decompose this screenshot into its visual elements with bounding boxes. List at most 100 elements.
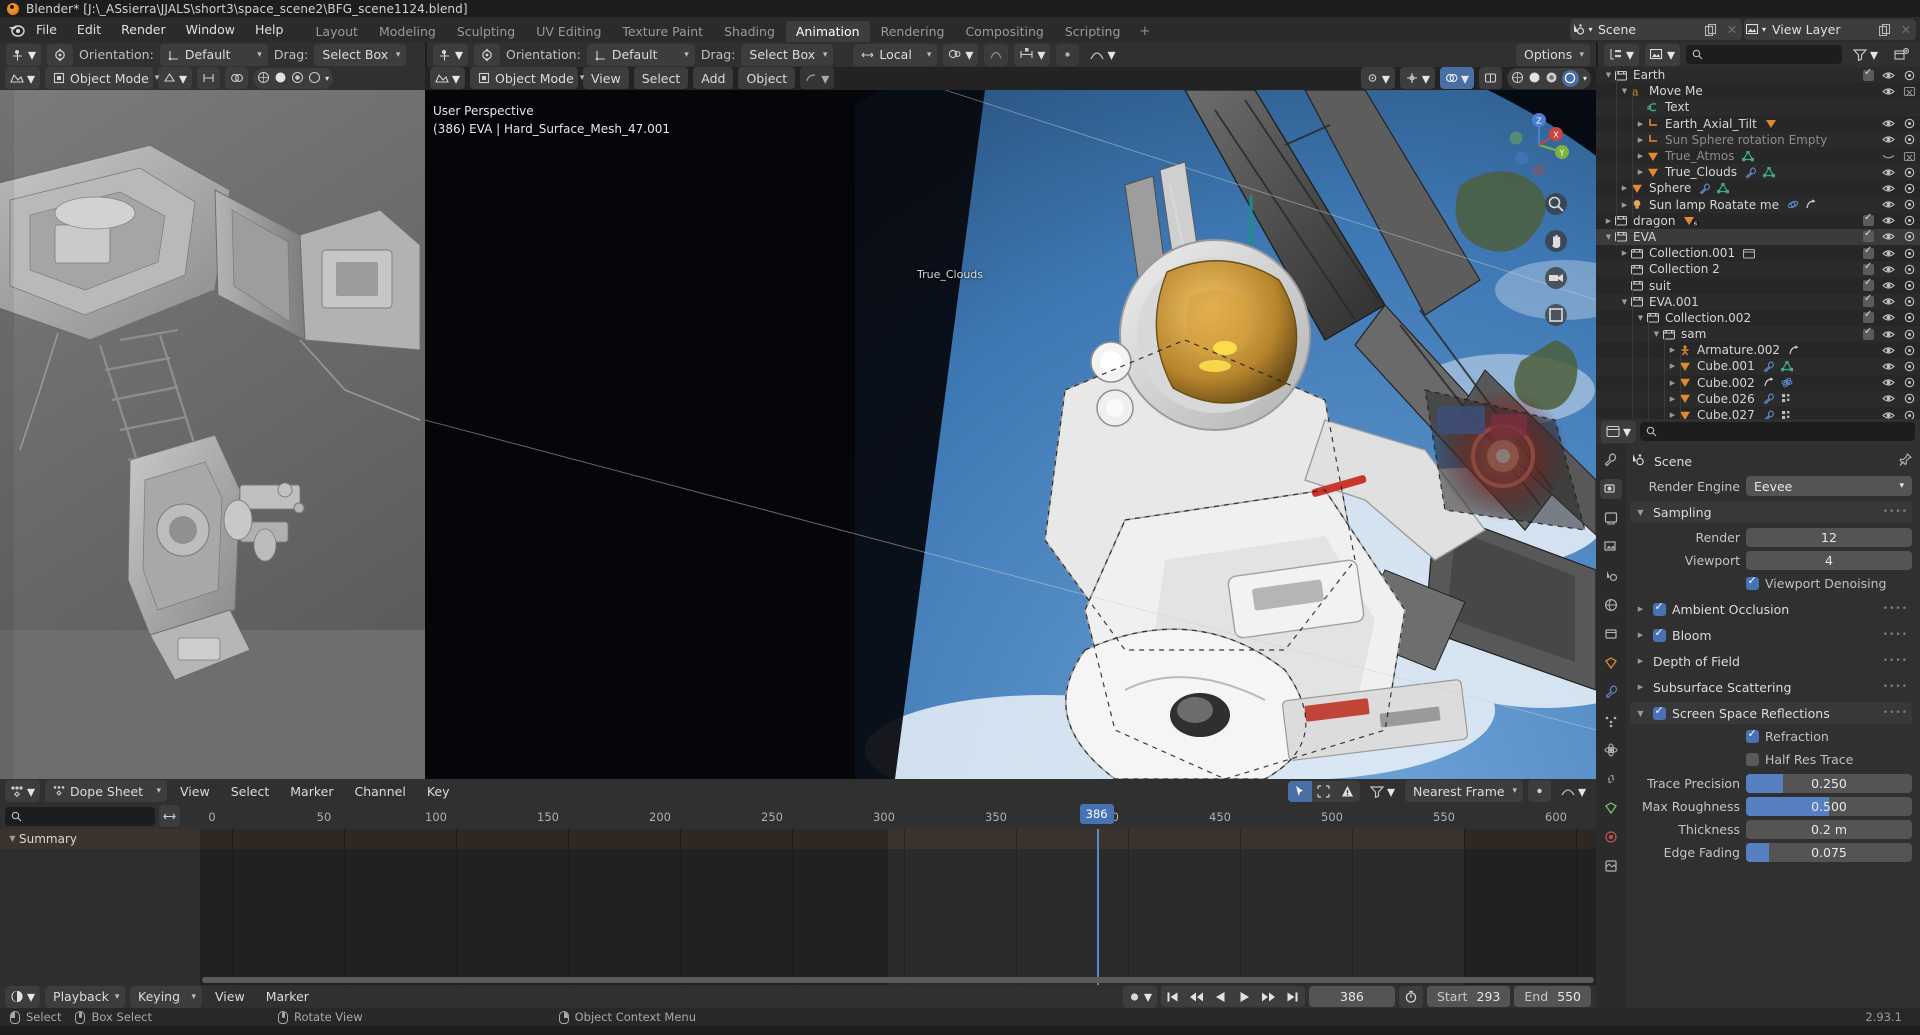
- expand-triangle-icon[interactable]: ▶: [1666, 379, 1679, 387]
- render-visibility-icon[interactable]: [1903, 280, 1916, 291]
- tab-modeling[interactable]: Modeling: [368, 21, 446, 42]
- auto-keying-icon[interactable]: ▾: [800, 67, 835, 90]
- expand-triangle-icon[interactable]: ▼: [1618, 87, 1631, 95]
- outliner-row[interactable]: ▶ Collection.001: [1596, 245, 1920, 262]
- dopesheet-menu-select[interactable]: Select: [223, 780, 278, 802]
- render-visibility-icon[interactable]: [1903, 361, 1916, 372]
- render-visibility-icon[interactable]: [1903, 151, 1916, 162]
- exclude-collection-checkbox[interactable]: [1863, 261, 1874, 275]
- tab-sculpting[interactable]: Sculpting: [446, 21, 526, 42]
- tool-cursor-icon-2[interactable]: ▾: [433, 43, 469, 66]
- timeline-menu-marker[interactable]: Marker: [258, 986, 317, 1008]
- options-dropdown[interactable]: Options ▾: [1516, 43, 1590, 66]
- visibility-eye-icon[interactable]: [1882, 199, 1895, 210]
- subsurface-scattering-panel-header[interactable]: ▶ Subsurface Scattering ••••: [1630, 676, 1912, 698]
- orientation-dropdown-right[interactable]: Default ▾: [586, 43, 695, 66]
- outliner-row[interactable]: ▶ Cube.026: [1596, 390, 1920, 407]
- expand-triangle-icon[interactable]: ▶: [1666, 395, 1679, 403]
- tab-output[interactable]: [1600, 508, 1622, 528]
- tab-uv-editing[interactable]: UV Editing: [526, 21, 612, 42]
- pan-hand-icon[interactable]: [1544, 229, 1568, 257]
- timeline-ruler[interactable]: 050100150200250300350400450500550600: [180, 803, 1596, 829]
- exclude-collection-checkbox[interactable]: [1863, 277, 1874, 292]
- outliner-row[interactable]: ▶ dragon 6: [1596, 212, 1920, 229]
- tab-layout[interactable]: Layout: [305, 21, 368, 42]
- viewport-left[interactable]: [0, 89, 425, 779]
- outliner-row[interactable]: ▼ sam: [1596, 326, 1920, 343]
- half-res-trace-checkbox[interactable]: [1746, 753, 1759, 766]
- rendered-shading-icon[interactable]: [308, 69, 321, 88]
- tab-particles[interactable]: [1600, 711, 1622, 731]
- sampling-viewport-value[interactable]: 4: [1746, 550, 1912, 570]
- trace-precision-slider[interactable]: 0.250: [1746, 773, 1912, 793]
- outliner-search-input[interactable]: [1686, 45, 1842, 64]
- zoom-icon[interactable]: [1544, 192, 1568, 220]
- outliner-row[interactable]: suit: [1596, 277, 1920, 294]
- material-shading-icon[interactable]: [291, 69, 304, 88]
- snap-target-icon[interactable]: ▾: [943, 43, 979, 66]
- visibility-eye-icon[interactable]: [1882, 377, 1895, 388]
- properties-search-input[interactable]: [1640, 422, 1915, 441]
- dopesheet-editor-type-icon[interactable]: ▾: [5, 780, 41, 803]
- snap-magnet-icon[interactable]: ▾: [1014, 43, 1051, 66]
- visibility-eye-icon[interactable]: [1882, 215, 1895, 226]
- viewport-menu-view[interactable]: View: [583, 67, 629, 90]
- outliner-row[interactable]: ▼ a Move Me: [1596, 83, 1920, 100]
- viewport-menu-object[interactable]: Object: [738, 67, 796, 90]
- rendered-shading-icon-2[interactable]: [1561, 69, 1579, 87]
- visibility-eye-icon[interactable]: [1882, 345, 1895, 356]
- outliner-row[interactable]: ▶ Cube.001: [1596, 358, 1920, 375]
- exclude-collection-checkbox[interactable]: [1863, 67, 1874, 81]
- drag-dropdown-right[interactable]: Select Box ▾: [741, 43, 834, 66]
- snapping-mode-dropdown[interactable]: Nearest Frame ▾: [1404, 780, 1523, 803]
- ssr-panel-header[interactable]: ▼ Screen Space Reflections ••••: [1630, 702, 1912, 724]
- drag-handle-icon-6[interactable]: ••••: [1883, 708, 1908, 718]
- solid-shading-icon-2[interactable]: [1528, 69, 1541, 88]
- menu-help[interactable]: Help: [245, 20, 294, 40]
- material-icon[interactable]: [1781, 410, 1793, 419]
- tab-compositing[interactable]: Compositing: [955, 21, 1054, 42]
- visibility-eye-icon[interactable]: [1882, 361, 1895, 372]
- add-workspace-button[interactable]: +: [1131, 21, 1158, 42]
- dopesheet-filter-icon[interactable]: ▾: [1365, 780, 1400, 802]
- outliner-display-mode-icon[interactable]: ▾: [1604, 43, 1640, 66]
- tab-physics[interactable]: [1600, 740, 1622, 760]
- tab-scene[interactable]: [1600, 566, 1622, 586]
- drag-handle-icon-2[interactable]: ••••: [1883, 604, 1908, 614]
- visibility-eye-icon[interactable]: [1882, 296, 1895, 307]
- outliner-row[interactable]: ▶ Sun Sphere rotation Empty: [1596, 131, 1920, 148]
- visibility-eye-icon[interactable]: [1882, 312, 1895, 323]
- drag-dropdown-left[interactable]: Select Box ▾: [314, 43, 407, 66]
- visibility-eye-icon[interactable]: [1882, 167, 1895, 178]
- expand-triangle-icon[interactable]: ▶: [1634, 120, 1647, 128]
- shading-modes-left[interactable]: ▾: [253, 67, 334, 89]
- solid-shading-icon[interactable]: [274, 69, 287, 88]
- render-visibility-icon[interactable]: [1903, 393, 1916, 404]
- delete-view-layer-icon[interactable]: ✕: [1896, 22, 1916, 37]
- drag-handle-icon-4[interactable]: ••••: [1883, 656, 1908, 666]
- shading-modes-right[interactable]: ▾: [1506, 67, 1591, 89]
- outliner-filter-icon[interactable]: ▾: [1848, 44, 1883, 66]
- new-scene-icon[interactable]: [1700, 23, 1722, 36]
- object-mode-dropdown-right[interactable]: Object Mode ▾: [470, 67, 584, 90]
- wireframe-shading-icon[interactable]: [257, 69, 270, 88]
- render-visibility-icon[interactable]: [1903, 231, 1916, 242]
- outliner-row[interactable]: ▶ Cube.002: [1596, 374, 1920, 391]
- object-mode-dropdown-left[interactable]: Object Mode ▾: [45, 67, 159, 90]
- tab-render[interactable]: [1600, 479, 1622, 499]
- sort-channels-icon[interactable]: [159, 805, 180, 828]
- tab-shading[interactable]: Shading: [714, 21, 785, 42]
- menu-render[interactable]: Render: [111, 20, 176, 40]
- play-reverse-button[interactable]: [1209, 991, 1233, 1003]
- depth-of-field-panel-header[interactable]: ▶ Depth of Field ••••: [1630, 650, 1912, 672]
- proportional-edit-icon[interactable]: [984, 43, 1009, 66]
- outliner-row[interactable]: ▶ True_Clouds: [1596, 164, 1920, 181]
- anim-icon[interactable]: [1763, 377, 1775, 388]
- anim-icon[interactable]: [1805, 199, 1817, 210]
- tab-texture-paint[interactable]: Texture Paint: [612, 21, 714, 42]
- meshdata-icon[interactable]: [1717, 182, 1730, 194]
- outliner[interactable]: ▼Earth▼aMove MeText▶Earth_Axial_Tilt▶Sun…: [1596, 67, 1920, 419]
- expand-triangle-icon[interactable]: ▶: [1634, 152, 1647, 160]
- timeline-editor-type-icon[interactable]: ▾: [5, 985, 41, 1008]
- tab-view-layer[interactable]: [1600, 537, 1622, 557]
